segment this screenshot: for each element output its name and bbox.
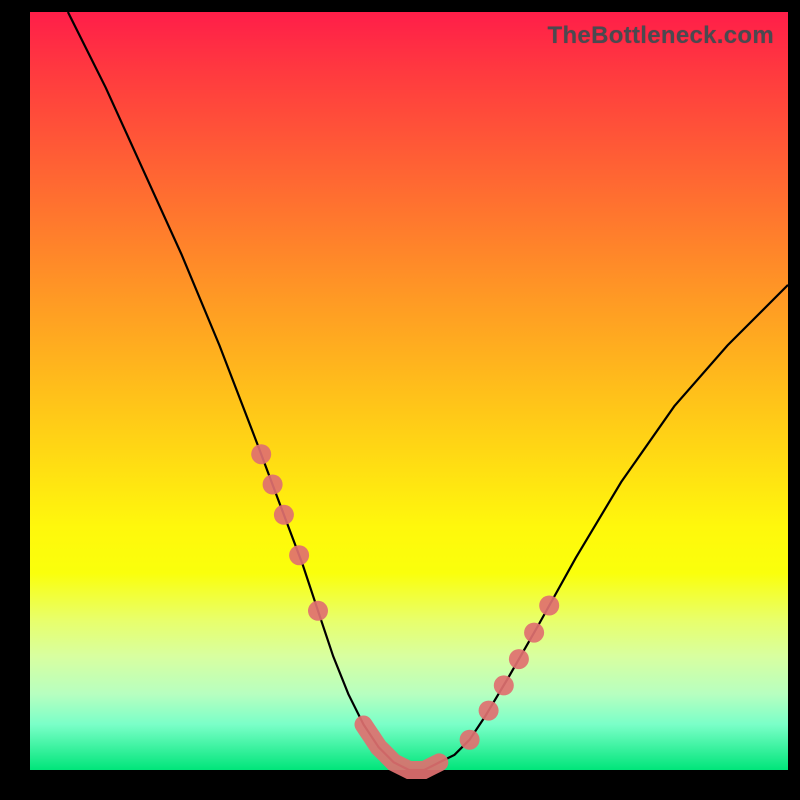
bead-marker: [479, 701, 499, 721]
curve-svg: [30, 12, 788, 770]
bead-marker: [263, 475, 283, 495]
plot-area: TheBottleneck.com: [30, 12, 788, 770]
bead-marker: [274, 505, 294, 525]
bead-marker: [460, 730, 480, 750]
bottleneck-curve: [68, 12, 788, 770]
bead-marker: [308, 601, 328, 621]
bead-marker: [539, 596, 559, 616]
bead-bottom-band: [364, 725, 440, 771]
bead-markers: [251, 444, 559, 770]
bead-marker: [524, 623, 544, 643]
bead-marker: [251, 444, 271, 464]
bead-marker: [509, 649, 529, 669]
chart-frame: TheBottleneck.com: [0, 0, 800, 800]
bead-marker: [494, 675, 514, 695]
bead-marker: [289, 545, 309, 565]
